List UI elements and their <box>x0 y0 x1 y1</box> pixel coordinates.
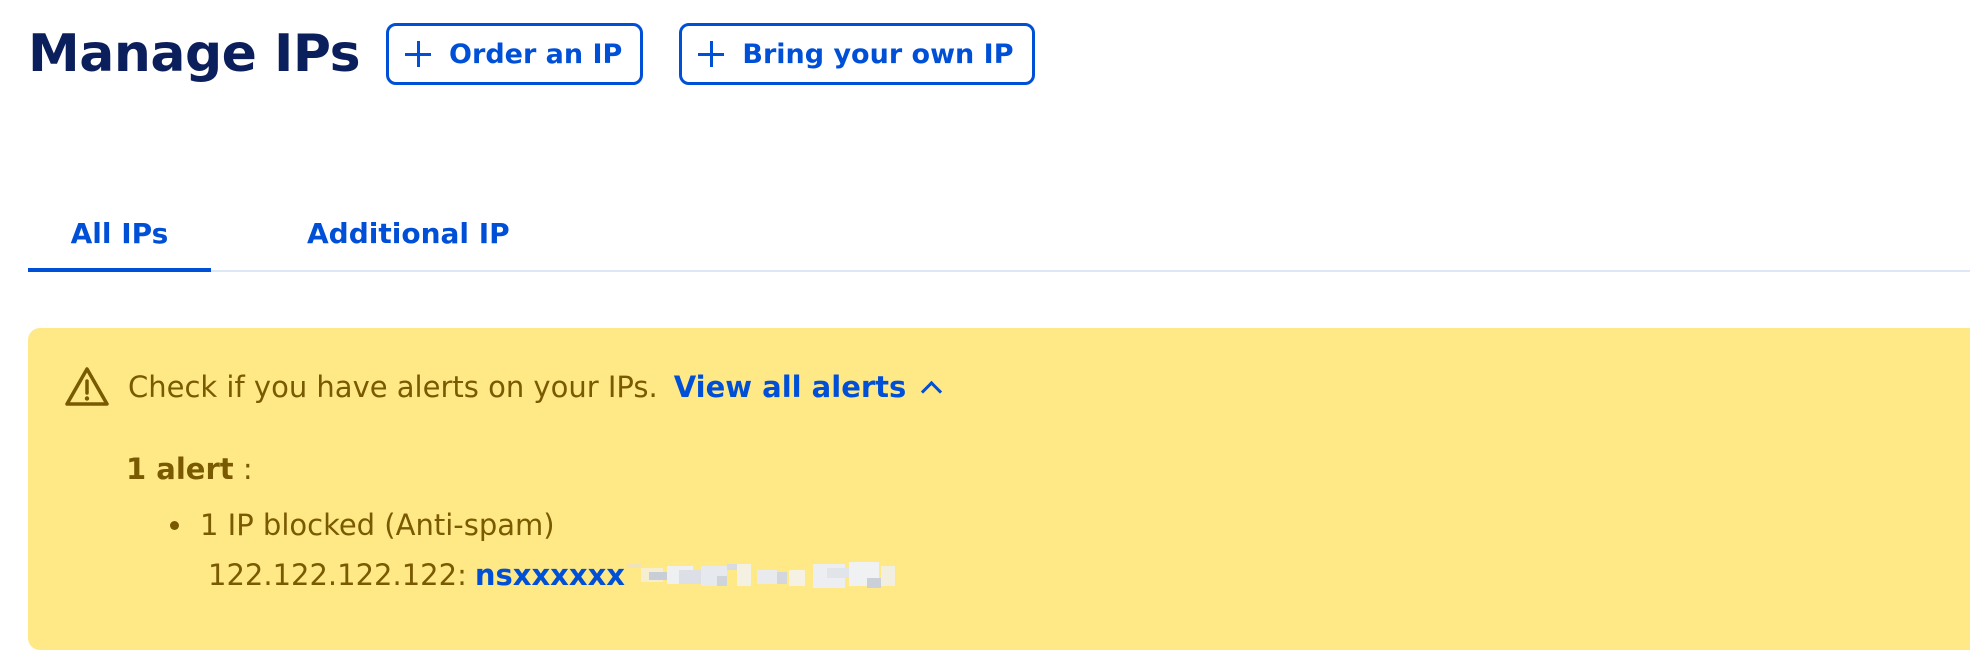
alert-detail: 122.122.122.122 : nsxxxxxx <box>208 550 895 600</box>
alert-message: Check if you have alerts on your IPs. <box>128 370 658 404</box>
order-ip-button[interactable]: Order an IP <box>386 23 644 85</box>
view-all-alerts-link[interactable]: View all alerts <box>673 370 943 404</box>
tab-all-ips-label: All IPs <box>70 216 169 250</box>
page-header: Manage IPs Order an IP Bring your own IP <box>28 18 1071 90</box>
bring-your-own-ip-button-label: Bring your own IP <box>742 38 1014 70</box>
order-ip-button-label: Order an IP <box>449 38 623 70</box>
blocked-ip: 122.122.122.122 <box>208 558 458 592</box>
plus-icon <box>698 41 725 67</box>
plus-icon <box>405 41 432 67</box>
server-link[interactable]: nsxxxxxx <box>475 550 625 600</box>
alert-count-label: 1 alert <box>126 452 234 486</box>
warning-icon <box>65 367 109 406</box>
tab-bar: All IPs Additional IP <box>28 196 1970 272</box>
alerts-banner: Check if you have alerts on your IPs. Vi… <box>28 328 1970 650</box>
alert-count-suffix: : <box>233 452 253 486</box>
alert-list: 1 IP blocked (Anti-spam) <box>170 500 555 550</box>
list-item: 1 IP blocked (Anti-spam) <box>170 500 555 550</box>
alert-summary-row: Check if you have alerts on your IPs. Vi… <box>64 362 943 412</box>
redacted-area <box>627 558 895 592</box>
detail-separator: : <box>457 558 467 592</box>
page: Manage IPs Order an IP Bring your own IP… <box>0 0 1970 670</box>
chevron-up-icon <box>921 380 943 402</box>
page-title: Manage IPs <box>28 24 361 84</box>
alert-count: 1 alert : <box>126 452 253 486</box>
tab-additional-ip[interactable]: Additional IP <box>251 196 566 270</box>
view-all-alerts-label: View all alerts <box>673 370 907 404</box>
tab-all-ips[interactable]: All IPs <box>28 196 211 272</box>
tab-additional-ip-label: Additional IP <box>307 216 510 250</box>
bring-your-own-ip-button[interactable]: Bring your own IP <box>679 23 1035 85</box>
